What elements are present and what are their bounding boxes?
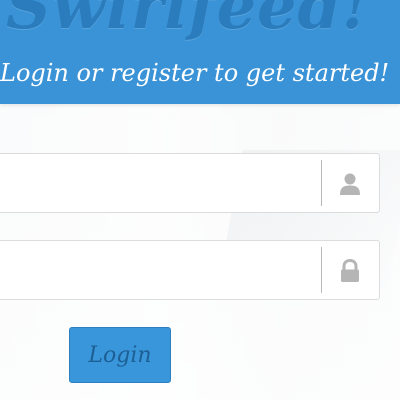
password-input[interactable] bbox=[1, 241, 305, 301]
username-input[interactable] bbox=[1, 154, 305, 214]
header-banner: Swirlfeed! Login or register to get star… bbox=[0, 0, 400, 104]
lock-icon bbox=[341, 259, 359, 282]
password-field[interactable] bbox=[0, 240, 380, 301]
password-field-divider bbox=[321, 247, 322, 293]
username-field-divider bbox=[321, 160, 322, 206]
user-icon bbox=[340, 173, 360, 195]
tagline: Login or register to get started! bbox=[0, 59, 390, 87]
login-button[interactable]: Login bbox=[69, 327, 171, 383]
brand-logo-text: Swirlfeed! bbox=[6, 0, 371, 43]
username-field[interactable] bbox=[0, 153, 380, 214]
